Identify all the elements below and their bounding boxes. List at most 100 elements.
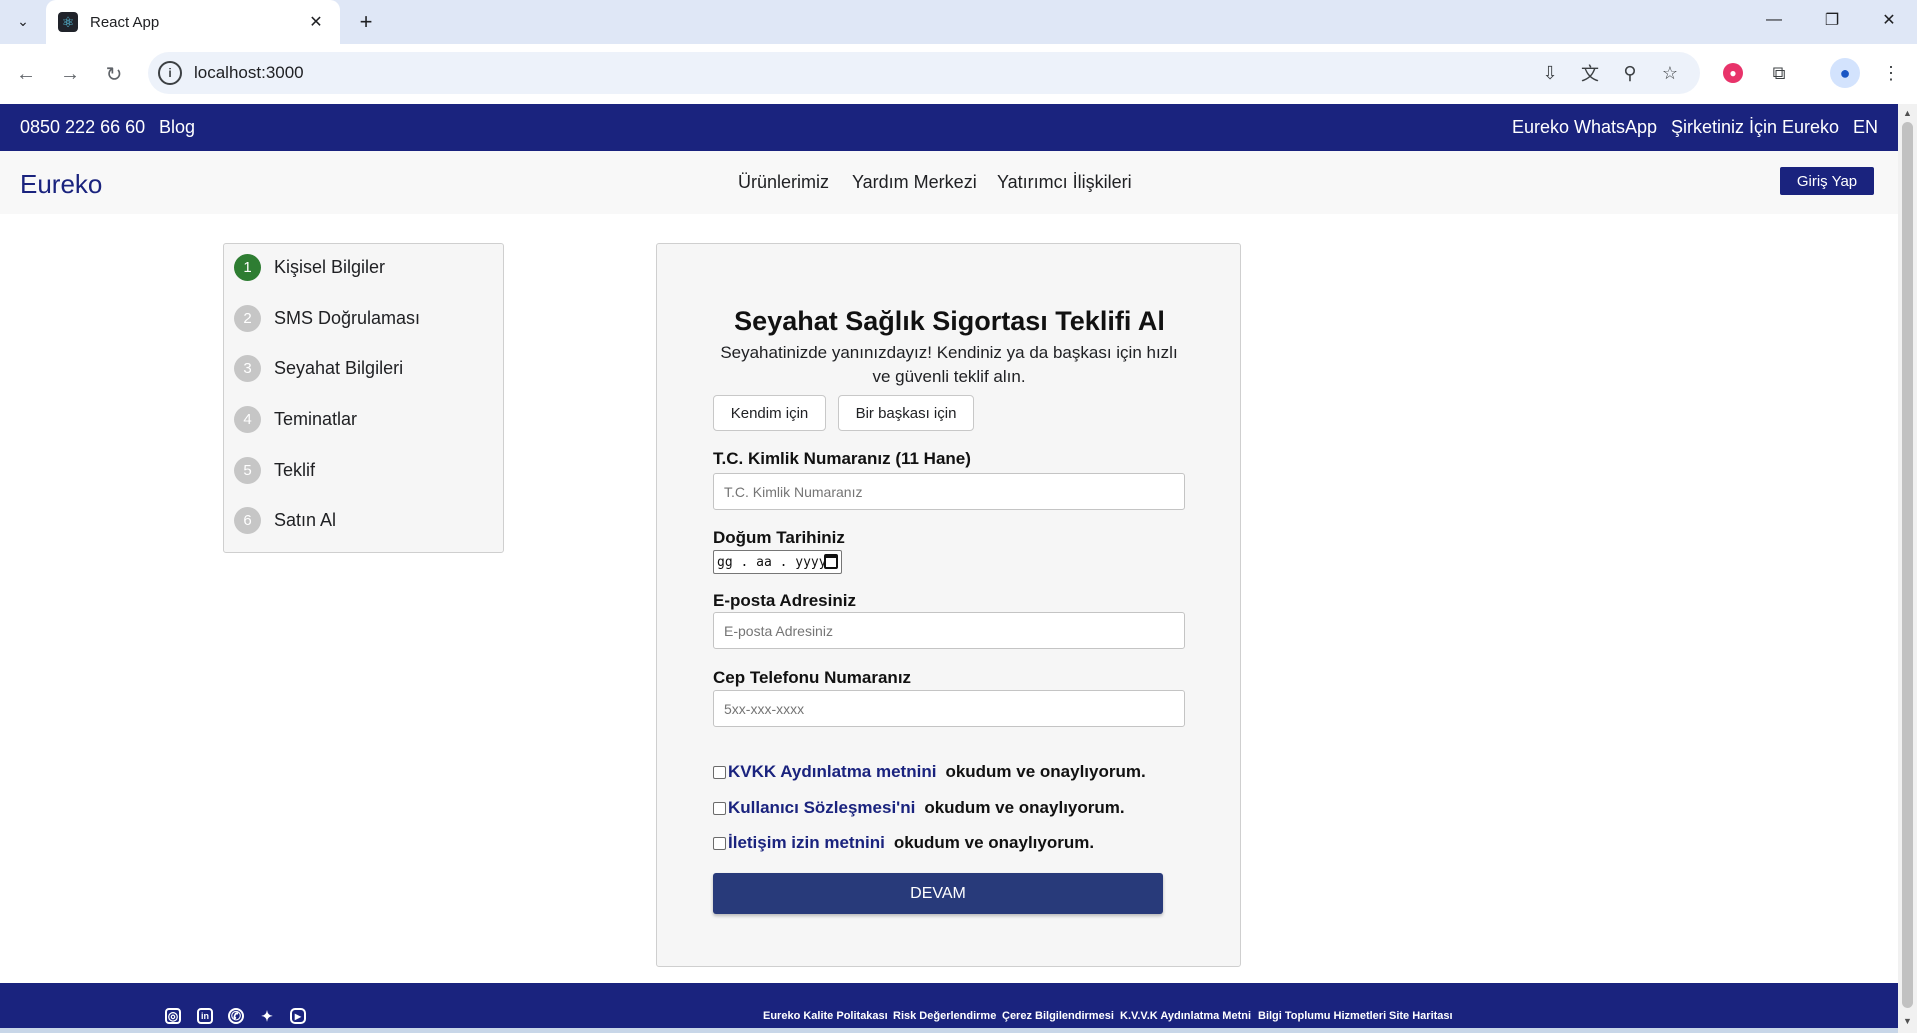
step-number: 5 xyxy=(234,456,261,484)
step-label: Satın Al xyxy=(274,509,337,530)
step-number: 4 xyxy=(234,405,261,433)
consent-kvkk: KVKK Aydınlatma metnini okudum ve onaylı… xyxy=(713,762,1146,782)
tc-id-label: T.C. Kimlik Numaranız (11 Hane) xyxy=(713,449,971,468)
nav-link-products[interactable]: Ürünlerimiz xyxy=(738,172,829,193)
footer-link-information-society[interactable]: Bilgi Toplumu Hizmetleri xyxy=(1258,1010,1386,1022)
communication-link[interactable]: İletişim izin metnini xyxy=(728,833,885,853)
browser-toolbar: ← → ↻ i localhost:3000 ⇩ 文 ⚲ ☆ ● ⧉ ● ⋮ xyxy=(0,44,1917,104)
bookmark-star-icon[interactable]: ☆ xyxy=(1657,60,1683,86)
form-title: Seyahat Sağlık Sigortası Teklifi Al xyxy=(734,306,1165,336)
forward-arrow-icon[interactable]: → xyxy=(52,56,88,92)
scroll-thumb[interactable] xyxy=(1902,122,1913,1008)
consent-communication: İletişim izin metnini okudum ve onaylıyo… xyxy=(713,833,1094,853)
browser-tab-bar: ⌄ ⚛ React App ✕ + — ❐ ✕ xyxy=(0,0,1917,44)
new-tab-plus-icon[interactable]: + xyxy=(350,6,382,38)
reload-icon[interactable]: ↻ xyxy=(96,56,132,92)
tab-close-icon[interactable]: ✕ xyxy=(304,10,328,34)
linkedin-icon[interactable]: in xyxy=(197,1008,213,1024)
consent-user-agreement: Kullanıcı Sözleşmesi'ni okudum ve onaylı… xyxy=(713,798,1125,818)
whatsapp-link[interactable]: Eureko WhatsApp xyxy=(1512,117,1657,138)
step-number: 1 xyxy=(234,253,261,281)
form-subtitle: Seyahatinizde yanınızdayız! Kendiniz ya … xyxy=(720,343,1178,386)
step-travel-info: 3 Seyahat Bilgileri xyxy=(234,353,403,383)
page-scrollbar[interactable]: ▲ ▼ xyxy=(1898,104,1917,1033)
kvkk-checkbox[interactable] xyxy=(713,765,726,779)
extension-colorful-icon[interactable]: ● xyxy=(1723,63,1743,83)
react-favicon-icon: ⚛ xyxy=(58,12,78,32)
tab-search-chevron-icon[interactable]: ⌄ xyxy=(8,6,38,36)
restore-icon[interactable]: ❐ xyxy=(1804,0,1860,40)
step-purchase: 6 Satın Al xyxy=(234,505,336,535)
top-info-bar: 0850 222 66 60 Blog Eureko WhatsApp Şirk… xyxy=(0,104,1898,151)
youtube-icon[interactable]: ▶ xyxy=(290,1008,306,1024)
step-label: Kişisel Bilgiler xyxy=(274,256,386,277)
step-sms-verification: 2 SMS Doğrulaması xyxy=(234,303,420,333)
zoom-icon[interactable]: ⚲ xyxy=(1617,60,1643,86)
step-personal-info: 1 Kişisel Bilgiler xyxy=(234,252,385,282)
birth-date-input[interactable]: gg . aa . yyyy xyxy=(713,550,842,574)
quote-form-card: Seyahat Sağlık Sigortası Teklifi Al Seya… xyxy=(656,243,1241,967)
consent-text: okudum ve onaylıyorum. xyxy=(945,762,1146,781)
nav-link-help-center[interactable]: Yardım Merkezi xyxy=(852,172,977,193)
tab-title: React App xyxy=(90,13,160,31)
mobile-phone-input[interactable]: 5xx-xxx-xxxx xyxy=(713,690,1185,727)
for-myself-button[interactable]: Kendim için xyxy=(713,395,826,431)
scroll-up-arrow-icon[interactable]: ▲ xyxy=(1902,108,1913,119)
profile-avatar-icon[interactable]: ● xyxy=(1830,58,1860,88)
step-label: Teminatlar xyxy=(274,408,358,429)
brand-logo[interactable]: Eureko xyxy=(20,169,102,200)
step-coverages: 4 Teminatlar xyxy=(234,404,357,434)
calendar-icon[interactable] xyxy=(824,554,838,569)
back-arrow-icon[interactable]: ← xyxy=(8,56,44,92)
main-navbar: Eureko Ürünlerimiz Yardım Merkezi Yatırı… xyxy=(0,151,1898,214)
blog-link[interactable]: Blog xyxy=(159,117,195,138)
birth-date-label: Doğum Tarihiniz xyxy=(713,528,845,547)
extensions-puzzle-icon[interactable]: ⧉ xyxy=(1764,58,1794,88)
footer: ◎ in ✆ ✦ ▶ Eureko Kalite Politakası Risk… xyxy=(0,983,1898,1033)
email-input[interactable]: E-posta Adresiniz xyxy=(713,612,1185,649)
footer-link-kvkk[interactable]: K.V.V.K Aydınlatma Metni xyxy=(1120,1010,1251,1022)
footer-link-quality-policy[interactable]: Eureko Kalite Politakası xyxy=(763,1010,888,1022)
step-number: 6 xyxy=(234,506,261,534)
translate-icon[interactable]: 文 xyxy=(1577,60,1603,86)
instagram-icon[interactable]: ◎ xyxy=(165,1008,181,1024)
menu-kebab-icon[interactable]: ⋮ xyxy=(1876,58,1906,88)
scroll-down-arrow-icon[interactable]: ▼ xyxy=(1902,1016,1913,1027)
twitter-icon[interactable]: ✦ xyxy=(259,1008,275,1024)
continue-button[interactable]: DEVAM xyxy=(713,873,1163,914)
step-number: 3 xyxy=(234,354,261,382)
for-someone-else-button[interactable]: Bir başkası için xyxy=(838,395,974,431)
corporate-link[interactable]: Şirketiniz İçin Eureko xyxy=(1671,117,1839,138)
language-switch[interactable]: EN xyxy=(1853,117,1878,138)
step-label: Teklif xyxy=(274,459,316,480)
progress-steps: 1 Kişisel Bilgiler 2 SMS Doğrulaması 3 S… xyxy=(223,243,504,553)
footer-link-sitemap[interactable]: Site Haritası xyxy=(1389,1010,1453,1022)
step-number: 2 xyxy=(234,304,261,332)
communication-checkbox[interactable] xyxy=(713,836,726,850)
step-offer: 5 Teklif xyxy=(234,455,315,485)
url-text[interactable]: localhost:3000 xyxy=(194,63,304,83)
mobile-phone-label: Cep Telefonu Numaranız xyxy=(713,668,912,687)
login-button[interactable]: Giriş Yap xyxy=(1780,167,1874,195)
address-bar[interactable]: i localhost:3000 ⇩ 文 ⚲ ☆ xyxy=(148,52,1700,94)
user-agreement-checkbox[interactable] xyxy=(713,801,726,815)
footer-link-cookie-info[interactable]: Çerez Bilgilendirmesi xyxy=(1002,1010,1114,1022)
user-agreement-link[interactable]: Kullanıcı Sözleşmesi'ni xyxy=(728,798,915,818)
step-label: SMS Doğrulaması xyxy=(274,307,421,328)
bottom-strip xyxy=(0,1028,1898,1033)
page-viewport: 0850 222 66 60 Blog Eureko WhatsApp Şirk… xyxy=(0,104,1898,1033)
browser-tab[interactable]: ⚛ React App ✕ xyxy=(46,0,340,44)
minimize-icon[interactable]: — xyxy=(1746,0,1802,40)
email-label: E-posta Adresiniz xyxy=(713,591,856,610)
consent-text: okudum ve onaylıyorum. xyxy=(893,833,1095,852)
whatsapp-icon[interactable]: ✆ xyxy=(228,1008,244,1024)
phone-number[interactable]: 0850 222 66 60 xyxy=(20,117,145,138)
install-app-icon[interactable]: ⇩ xyxy=(1537,60,1563,86)
site-info-icon[interactable]: i xyxy=(158,61,182,85)
window-close-icon[interactable]: ✕ xyxy=(1861,0,1917,40)
nav-link-investor-relations[interactable]: Yatırımcı İlişkileri xyxy=(997,172,1132,193)
step-label: Seyahat Bilgileri xyxy=(274,357,404,378)
kvkk-link[interactable]: KVKK Aydınlatma metnini xyxy=(728,762,936,782)
footer-link-risk-assessment[interactable]: Risk Değerlendirme xyxy=(893,1010,996,1022)
tc-id-input[interactable]: T.C. Kimlik Numaranız xyxy=(713,473,1185,510)
